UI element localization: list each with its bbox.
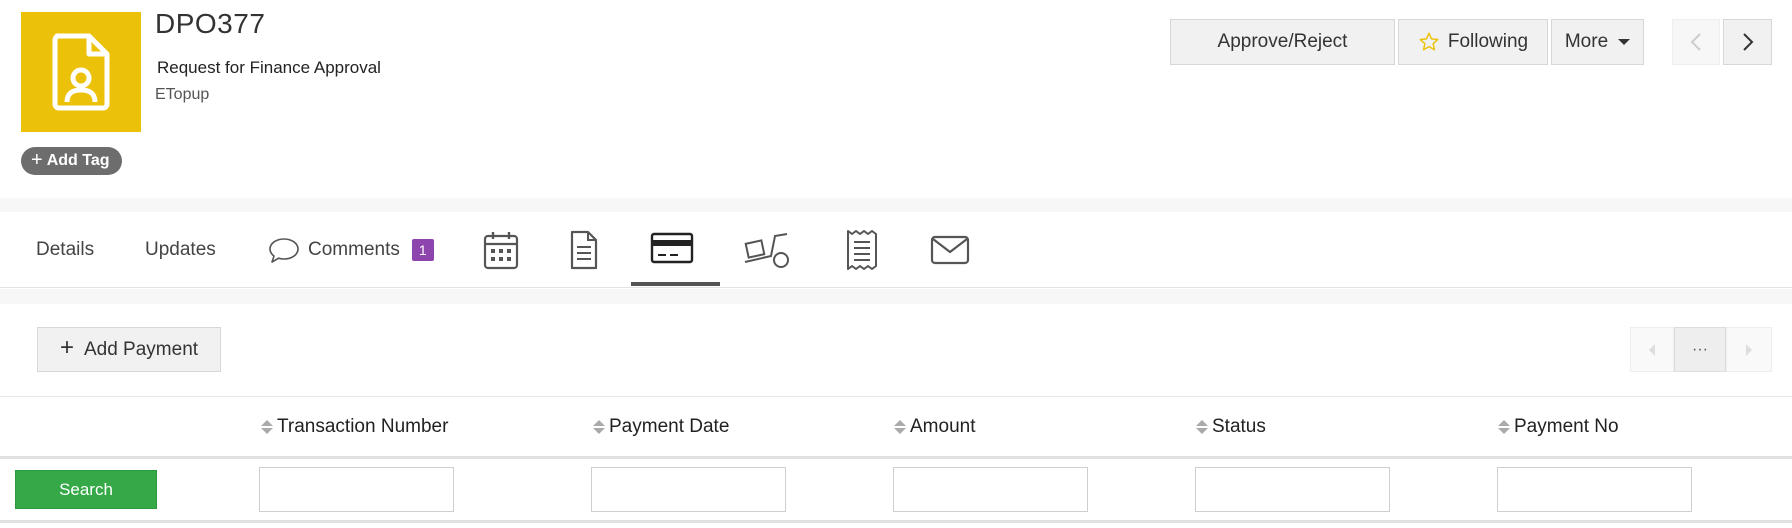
document-icon — [570, 230, 598, 270]
approve-reject-button[interactable]: Approve/Reject — [1170, 19, 1395, 65]
comment-icon — [269, 237, 299, 263]
tab-comments[interactable]: Comments 1 — [268, 212, 434, 287]
table-header-divider — [0, 456, 1792, 459]
plus-icon: + — [59, 334, 74, 361]
record-avatar — [21, 12, 141, 132]
record-id: DPO377 — [155, 8, 266, 39]
more-button[interactable]: More — [1551, 19, 1644, 65]
tab-bar: Details Updates Comments 1 — [0, 212, 1792, 288]
more-label: More — [1564, 31, 1609, 52]
column-header-amount[interactable]: Amount — [894, 414, 975, 440]
table-divider — [0, 396, 1792, 397]
tab-payment[interactable] — [646, 222, 698, 274]
calendar-icon — [483, 232, 519, 270]
column-header-payment-date[interactable]: Payment Date — [593, 414, 729, 440]
tab-receipt[interactable] — [836, 224, 888, 276]
receipt-icon — [847, 230, 877, 270]
plus-icon: + — [31, 149, 43, 171]
following-button[interactable]: Following — [1398, 19, 1548, 65]
column-label: Payment No — [1514, 416, 1619, 437]
column-header-status[interactable]: Status — [1196, 414, 1266, 440]
sort-icon — [593, 420, 605, 434]
chevron-left-icon — [1690, 33, 1701, 51]
tab-document[interactable] — [558, 224, 610, 276]
table-divider — [0, 520, 1792, 523]
triangle-right-icon — [1746, 343, 1752, 356]
payment-no-filter-input[interactable] — [1497, 467, 1692, 512]
add-tag-label: Add Tag — [46, 152, 110, 169]
payment-card-icon — [650, 232, 694, 264]
column-label: Payment Date — [609, 416, 730, 437]
record-title: Request for Finance Approval — [157, 58, 381, 77]
search-button[interactable]: Search — [15, 470, 157, 509]
column-header-transaction-number[interactable]: Transaction Number — [261, 414, 448, 440]
column-label: Amount — [910, 416, 976, 437]
pager-ellipsis-button[interactable]: ··· — [1674, 327, 1726, 372]
column-label: Transaction Number — [277, 416, 449, 437]
triangle-left-icon — [1649, 343, 1655, 356]
transaction-number-filter-input[interactable] — [259, 467, 454, 512]
tab-comments-label: Comments — [308, 238, 400, 260]
delivery-icon — [744, 233, 789, 268]
pager-previous-button[interactable] — [1630, 327, 1674, 372]
sort-icon — [261, 420, 273, 434]
sort-icon — [1196, 420, 1208, 434]
section-divider — [0, 289, 1792, 304]
following-label: Following — [1447, 31, 1529, 52]
tab-updates[interactable]: Updates — [145, 212, 216, 287]
payment-date-filter-input[interactable] — [591, 467, 786, 512]
column-header-payment-no[interactable]: Payment No — [1498, 414, 1619, 440]
record-subtitle: ETopup — [155, 86, 210, 103]
caret-down-icon — [1618, 39, 1631, 45]
pagination: ··· — [1630, 327, 1772, 372]
amount-filter-input[interactable] — [893, 467, 1088, 512]
status-filter-input[interactable] — [1195, 467, 1390, 512]
previous-record-button[interactable] — [1672, 19, 1720, 65]
mail-icon — [930, 235, 970, 265]
sort-icon — [894, 420, 906, 434]
active-tab-indicator — [631, 282, 720, 286]
chevron-right-icon — [1742, 33, 1753, 51]
sort-icon — [1498, 420, 1510, 434]
add-payment-label: Add Payment — [83, 338, 199, 360]
column-label: Status — [1212, 416, 1266, 437]
tab-calendar[interactable] — [475, 224, 527, 276]
document-user-icon — [52, 33, 110, 111]
section-divider — [0, 198, 1792, 212]
tab-details[interactable]: Details — [36, 212, 94, 287]
star-icon — [1419, 32, 1439, 51]
add-payment-button[interactable]: + Add Payment — [37, 327, 221, 372]
tab-delivery[interactable] — [743, 224, 795, 276]
pager-next-button[interactable] — [1726, 327, 1772, 372]
comments-count-badge: 1 — [411, 238, 434, 261]
next-record-button[interactable] — [1723, 19, 1772, 65]
add-tag-button[interactable]: + Add Tag — [21, 147, 122, 175]
tab-mail[interactable] — [924, 224, 976, 276]
